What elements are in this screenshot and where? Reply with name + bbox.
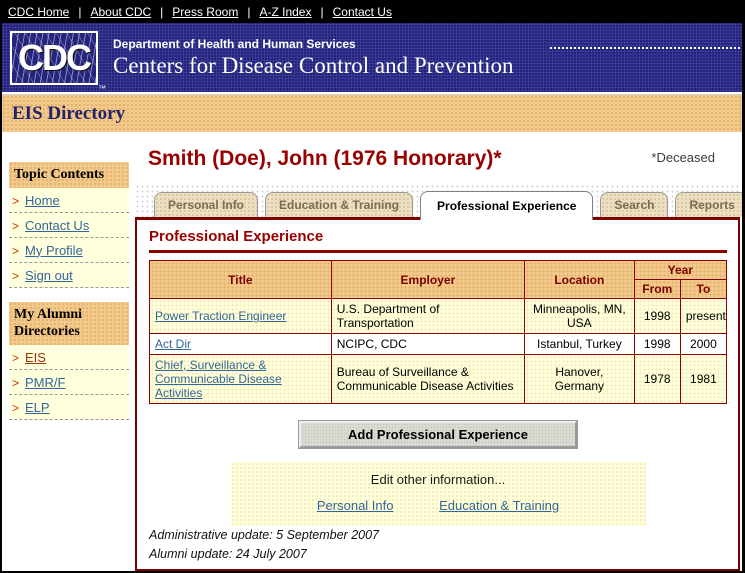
sidebar-item-home[interactable]: > Home (9, 188, 129, 213)
location-cell: Hanover, Germany (524, 354, 635, 404)
red-arrow-icon: > (12, 350, 20, 365)
sidebar-item-contact-us[interactable]: > Contact Us (9, 213, 129, 238)
employer-cell: NCIPC, CDC (330, 333, 526, 355)
separator: | (160, 4, 164, 19)
experience-title-link[interactable]: Power Traction Engineer (155, 309, 286, 323)
column-header-from: From (633, 279, 681, 299)
update-footer: Administrative update: 5 September 2007 … (149, 526, 727, 567)
eis-directory-banner: EIS Directory (2, 95, 742, 132)
topnav-link-cdc-home[interactable]: CDC Home (8, 5, 69, 19)
dotted-divider (550, 47, 740, 49)
red-arrow-icon: > (12, 193, 20, 208)
red-arrow-icon: > (12, 268, 20, 283)
experience-table: Title Employer Location Year From To Pow… (149, 260, 728, 404)
location-cell: Minneapolis, MN, USA (524, 298, 635, 334)
sidebar-item-my-profile[interactable]: > My Profile (9, 238, 129, 263)
edit-other-information-box: Edit other information... Personal Info … (230, 462, 646, 526)
red-arrow-icon: > (12, 375, 20, 390)
column-header-location: Location (524, 260, 635, 299)
separator: | (78, 4, 82, 19)
year-from-cell: 1998 (633, 333, 681, 355)
edit-link-personal-info[interactable]: Personal Info (317, 498, 394, 513)
sidebar-section-topic-contents: Topic Contents > Home > Contact Us > My … (9, 162, 129, 288)
employer-cell: Bureau of Surveillance & Communicable Di… (330, 354, 526, 404)
year-to-cell: present (679, 298, 728, 334)
sidebar: Topic Contents > Home > Contact Us > My … (2, 132, 135, 571)
cdc-logo-text: CDC (18, 36, 92, 78)
button-row: Add Professional Experience (149, 420, 727, 449)
column-header-to: To (679, 279, 728, 299)
tab-personal-info[interactable]: Personal Info (154, 192, 259, 217)
experience-title-link[interactable]: Chief, Surveillance & Communicable Disea… (155, 358, 282, 400)
year-to-cell: 2000 (679, 333, 728, 355)
heading-rule (149, 250, 727, 253)
professional-experience-panel: Professional Experience Title Employer L… (135, 217, 740, 571)
sidebar-item-eis[interactable]: > EIS (9, 345, 129, 370)
trademark-symbol: ™ (98, 83, 106, 93)
cdc-header-banner: CDC ™ Department of Health and Human Ser… (2, 23, 742, 93)
header-text-block: Department of Health and Human Services … (113, 37, 514, 79)
table-header-row: Title Employer Location Year (149, 260, 728, 299)
sidebar-link-home[interactable]: Home (25, 193, 60, 208)
tab-education-training[interactable]: Education & Training (265, 192, 414, 217)
site-section-title: EIS Directory (12, 102, 126, 124)
red-arrow-icon: > (12, 218, 20, 233)
topnav-link-az-index[interactable]: A-Z Index (259, 5, 311, 19)
administrative-update: Administrative update: 5 September 2007 (149, 528, 379, 542)
tab-reports[interactable]: Reports (675, 192, 742, 217)
main-content: Smith (Doe), John (1976 Honorary)* *Dece… (135, 132, 742, 571)
column-header-year: Year (633, 260, 728, 280)
top-nav-bar: CDC Home | About CDC | Press Room | A-Z … (2, 0, 742, 23)
year-from-cell: 1998 (633, 298, 681, 334)
sidebar-link-sign-out[interactable]: Sign out (25, 268, 73, 283)
add-professional-experience-button[interactable]: Add Professional Experience (298, 420, 578, 449)
sidebar-items: > EIS > PMR/F > ELP (9, 344, 129, 420)
topnav-link-about-cdc[interactable]: About CDC (90, 5, 151, 19)
sidebar-item-sign-out[interactable]: > Sign out (9, 263, 129, 288)
tab-professional-experience[interactable]: Professional Experience (420, 191, 594, 220)
red-arrow-icon: > (12, 243, 20, 258)
page: CDC Home | About CDC | Press Room | A-Z … (0, 0, 745, 573)
cdc-logo[interactable]: CDC ™ (10, 30, 106, 93)
sidebar-section-my-alumni-directories: My Alumni Directories > EIS > PMR/F > EL… (9, 301, 129, 420)
separator: | (247, 4, 251, 19)
sidebar-header-topic-contents: Topic Contents (9, 162, 129, 188)
year-to-cell: 1981 (679, 354, 728, 404)
organization-name: Centers for Disease Control and Preventi… (113, 52, 514, 78)
column-header-title: Title (149, 260, 332, 299)
table-row: Power Traction Engineer U.S. Department … (149, 298, 728, 334)
page-title: Smith (Doe), John (1976 Honorary)* (148, 147, 502, 170)
deceased-note: *Deceased (651, 150, 715, 165)
section-heading: Professional Experience (149, 228, 324, 245)
year-from-cell: 1978 (633, 354, 681, 404)
alumni-update: Alumni update: 24 July 2007 (149, 547, 307, 562)
sidebar-link-pmrf[interactable]: PMR/F (25, 375, 65, 390)
separator: | (320, 4, 324, 19)
sidebar-link-my-profile[interactable]: My Profile (25, 243, 83, 258)
topnav-link-contact-us[interactable]: Contact Us (333, 5, 392, 19)
table-row: Chief, Surveillance & Communicable Disea… (149, 354, 728, 404)
sidebar-link-eis[interactable]: EIS (25, 350, 46, 365)
title-row: Smith (Doe), John (1976 Honorary)* *Dece… (135, 132, 740, 171)
column-header-employer: Employer (330, 260, 526, 299)
tab-search[interactable]: Search (600, 192, 669, 217)
sidebar-items: > Home > Contact Us > My Profile > Sign … (9, 187, 129, 288)
sidebar-link-elp[interactable]: ELP (25, 400, 50, 415)
employer-cell: U.S. Department of Transportation (330, 298, 526, 334)
topnav-link-press-room[interactable]: Press Room (172, 5, 238, 19)
sidebar-item-elp[interactable]: > ELP (9, 395, 129, 420)
experience-title-link[interactable]: Act Dir (155, 337, 191, 351)
tab-bar: Personal Info Education & Training Profe… (135, 184, 742, 220)
page-body: Topic Contents > Home > Contact Us > My … (2, 132, 742, 571)
edit-links: Personal Info Education & Training (231, 498, 646, 513)
department-name: Department of Health and Human Services (113, 36, 356, 51)
edit-box-heading: Edit other information... (370, 472, 506, 487)
table-row: Act Dir NCIPC, CDC Istanbul, Turkey 1998… (149, 333, 728, 355)
sidebar-link-contact-us[interactable]: Contact Us (25, 218, 89, 233)
sidebar-item-pmrf[interactable]: > PMR/F (9, 370, 129, 395)
red-arrow-icon: > (12, 400, 20, 415)
location-cell: Istanbul, Turkey (524, 333, 635, 355)
edit-link-education-training[interactable]: Education & Training (439, 498, 559, 513)
sidebar-header-my-alumni-directories: My Alumni Directories (9, 301, 129, 345)
